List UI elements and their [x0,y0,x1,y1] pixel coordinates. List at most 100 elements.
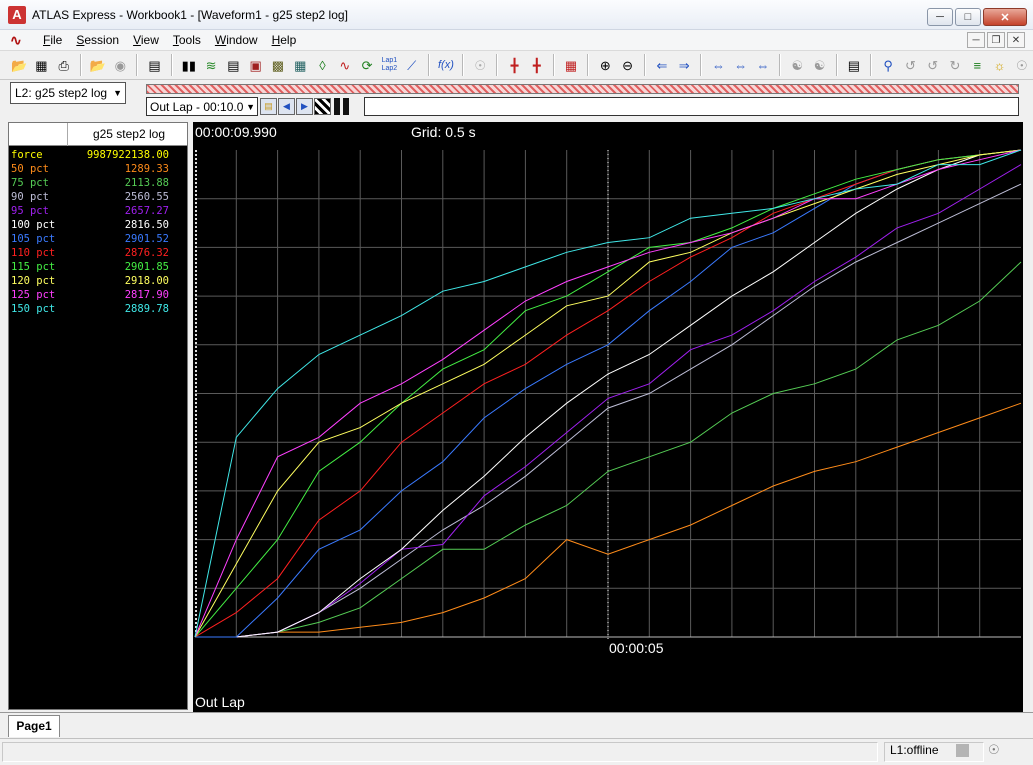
search-icon[interactable]: ⚲ [878,55,898,76]
menu-session[interactable]: Session [73,33,122,47]
map-icon[interactable]: ▩ [268,55,288,76]
parameter-row[interactable]: 95 pct 2657.27 [9,204,187,218]
mdi-close-button[interactable]: ✕ [1007,32,1025,48]
parameter-row[interactable]: 115 pct 2901.85 [9,260,187,274]
undo-all-icon[interactable]: ↺ [923,55,943,76]
previous-lap-icon[interactable]: ◀ [278,98,295,115]
parameter-row[interactable]: 105 pct 2901.52 [9,232,187,246]
toolbar-separator [79,54,82,76]
toolbar-separator [136,54,139,76]
next-lap-icon[interactable]: ▶ [296,98,313,115]
parameter-row[interactable]: 100 pct 2816.50 [9,218,187,232]
parameter-name: 115 pct [11,261,56,273]
checkered-flag-icon[interactable] [314,98,331,115]
histogram-icon[interactable]: ▤ [223,55,243,76]
zoom-in-icon[interactable]: ⊕ [595,55,615,76]
open-session-icon[interactable]: 📂 [88,55,108,76]
minimize-button[interactable]: ─ [927,8,953,26]
parameter-panel-header: g25 step2 log [9,123,187,146]
mdi-restore-button[interactable]: ❐ [987,32,1005,48]
menu-bar: ∿ File Session View Tools Window Help ─ … [0,30,1033,50]
antenna-icon[interactable]: ☉ [470,55,490,76]
lap-dropdown[interactable]: Out Lap - 00:10.0 ▼ [146,97,258,116]
app-logo-icon: A [8,5,26,24]
table-cursor-icon[interactable]: ▦ [561,55,581,76]
track-line-icon[interactable]: ⟋ [402,55,422,76]
parameter-row[interactable]: 90 pct 2560.55 [9,190,187,204]
toolbar-separator [427,54,430,76]
record-icon[interactable]: ◉ [110,55,130,76]
toolbar-separator [462,54,465,76]
parameter-name: 100 pct [11,219,56,231]
session-column-header: g25 step2 log [92,127,165,141]
menu-window[interactable]: Window [212,33,261,47]
grid-spacing-label: Grid: 0.5 s [411,124,476,140]
sync-all-icon[interactable]: ☯ [809,55,829,76]
parameter-row[interactable]: 120 pct 2918.00 [9,274,187,288]
lock-icon[interactable]: ☉ [1012,55,1032,76]
properties-icon[interactable]: ▤ [844,55,864,76]
scatter-icon[interactable]: ▣ [246,55,266,76]
parameter-value: 2817.90 [124,289,169,301]
open-folder-icon[interactable]: 📂 [9,55,29,76]
parameter-name: 95 pct [11,205,49,217]
parameter-row[interactable]: force 9987922138.00 [9,148,187,162]
toolbar-separator [643,54,646,76]
menu-view[interactable]: View [130,33,162,47]
parameter-row[interactable]: 125 pct 2817.90 [9,288,187,302]
column-divider[interactable] [67,123,68,146]
undo-icon[interactable]: ↺ [900,55,920,76]
lap-timeline[interactable] [364,97,1019,116]
parameter-name: 125 pct [11,289,56,301]
network-icon[interactable]: ◊ [312,55,332,76]
document-icon[interactable]: ∿ [10,32,32,48]
fit-horizontal-icon[interactable]: ⇔ [708,55,728,76]
step-forward-icon[interactable]: ⇒ [674,55,694,76]
parameter-row[interactable]: 75 pct 2113.88 [9,176,187,190]
title-bar: A ATLAS Express - Workbook1 - [Waveform1… [0,0,1033,30]
parameter-row[interactable]: 110 pct 2876.32 [9,246,187,260]
save-icon[interactable]: ▦ [31,55,51,76]
parameter-row[interactable]: 150 pct 2889.78 [9,302,187,316]
menu-tools[interactable]: Tools [170,33,204,47]
grid-icon[interactable]: ▦ [290,55,310,76]
parameter-row[interactable]: 50 pct 1289.33 [9,162,187,176]
close-button[interactable]: ✕ [983,8,1027,26]
waveform-plot[interactable] [193,122,1023,712]
sine-icon[interactable]: ∿ [335,55,355,76]
lap-compare-icon[interactable]: Lap1 Lap2 [379,55,399,76]
sync-icon[interactable]: ☯ [787,55,807,76]
lap-dropdown-value: Out Lap - 00:10.0 [150,100,244,114]
waveform-display[interactable]: 00:00:09.990 Grid: 0.5 s 00:00:05 Out La… [193,122,1023,712]
refresh-icon[interactable]: ⟳ [357,55,377,76]
parameter-name: 50 pct [11,163,49,175]
align-icon[interactable]: ≡ [967,55,987,76]
tab-page1[interactable]: Page1 [8,715,60,737]
window-title: ATLAS Express - Workbook1 - [Waveform1 -… [32,7,348,22]
function-icon[interactable]: f(x) [436,55,456,76]
compress-horizontal-icon[interactable]: ⇔ [753,55,773,76]
menu-file[interactable]: File [40,33,65,47]
cursor-time-label: 00:00:05 [609,640,664,656]
step-back-icon[interactable]: ⇐ [652,55,672,76]
parameter-value: 2889.78 [124,303,169,315]
page-icon[interactable]: ▤ [144,55,164,76]
cursor-range-icon[interactable]: ╋ [527,55,547,76]
maximize-button[interactable]: □ [955,8,981,26]
expand-horizontal-icon[interactable]: ⇔ [731,55,751,76]
menu-help[interactable]: Help [269,33,300,47]
session-row: L2: g25 step2 log ▼ Out Lap - 00:10.0 ▼ … [0,80,1033,120]
lightbulb-icon[interactable]: ☼ [989,55,1009,76]
parameter-value: 2560.55 [124,191,169,203]
cursor-split-icon[interactable]: ╋ [504,55,524,76]
mdi-minimize-button[interactable]: ─ [967,32,985,48]
open-lap-icon[interactable]: ▤ [260,98,277,115]
connection-status: L1:offline [890,743,939,757]
redo-icon[interactable]: ↻ [945,55,965,76]
bars-icon[interactable]: ▮▮ [179,55,199,76]
parameter-list: force 9987922138.00 50 pct 1289.33 75 pct 211… [9,146,187,316]
session-dropdown[interactable]: L2: g25 step2 log ▼ [10,82,126,104]
print-icon[interactable]: ⎙ [54,55,74,76]
waveform-icon[interactable]: ≋ [201,55,221,76]
zoom-out-icon[interactable]: ⊖ [617,55,637,76]
